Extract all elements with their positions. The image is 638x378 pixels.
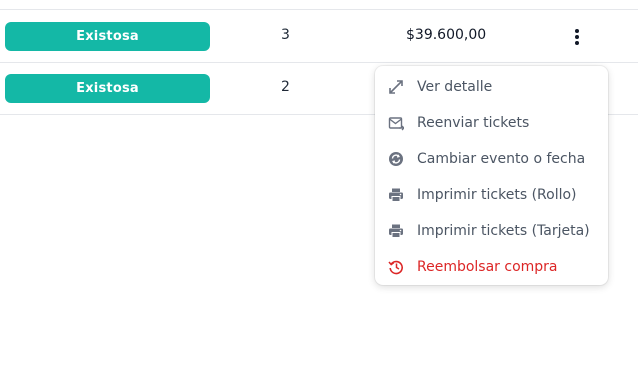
printer-icon [388,223,404,239]
menu-item-cambiar-evento[interactable]: Cambiar evento o fecha [375,141,608,177]
orders-table-area: Existosa 3 $39.600,00 Existosa 2 Ver det… [0,0,638,378]
row-actions-menu: Ver detalle Reenviar tickets Cambiar eve… [375,66,608,285]
menu-item-label: Reembolsar compra [417,259,558,275]
ticket-quantity: 3 [281,27,290,43]
mail-forward-icon [388,115,404,131]
menu-item-imprimir-rollo[interactable]: Imprimir tickets (Rollo) [375,177,608,213]
menu-item-label: Imprimir tickets (Rollo) [417,187,577,203]
menu-item-label: Reenviar tickets [417,115,530,131]
kebab-dot [575,35,579,39]
menu-item-label: Imprimir tickets (Tarjeta) [417,223,590,239]
printer-icon [388,187,404,203]
kebab-dot [575,41,579,45]
sync-icon [388,151,404,167]
expand-icon [388,79,404,95]
kebab-dot [575,29,579,33]
menu-item-label: Ver detalle [417,79,493,95]
order-amount: $39.600,00 [406,27,487,43]
table-row: Existosa 3 $39.600,00 [0,10,638,63]
row-actions-button[interactable] [567,26,587,48]
ticket-quantity: 2 [281,79,290,95]
status-badge: Existosa [5,74,210,103]
menu-item-ver-detalle[interactable]: Ver detalle [375,69,608,105]
history-icon [388,259,404,275]
menu-item-reenviar-tickets[interactable]: Reenviar tickets [375,105,608,141]
menu-item-imprimir-tarjeta[interactable]: Imprimir tickets (Tarjeta) [375,213,608,249]
status-badge: Existosa [5,22,210,51]
menu-item-label: Cambiar evento o fecha [417,151,586,167]
menu-item-reembolsar-compra[interactable]: Reembolsar compra [375,249,608,285]
